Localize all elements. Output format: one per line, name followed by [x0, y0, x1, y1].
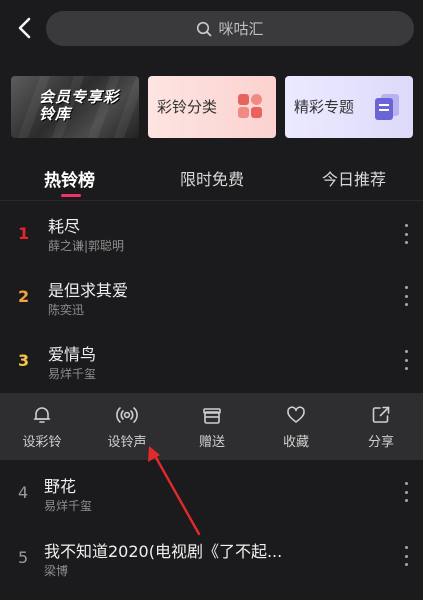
song-row[interactable]: 2 是但求其爱 陈奕迅 — [0, 268, 423, 330]
back-button[interactable] — [12, 14, 36, 42]
bell-icon — [33, 407, 51, 423]
chevron-left-icon — [18, 17, 31, 39]
share-label: 分享 — [367, 435, 394, 450]
song-row[interactable]: 5 我不知道2020(电视剧《了不起... 梁博 — [0, 528, 423, 590]
tab-today-recommend[interactable]: 今日推荐 — [322, 166, 386, 190]
tab-limited-free[interactable]: 限时免费 — [180, 166, 244, 190]
rank-number: 5 — [18, 548, 29, 567]
document-icon — [375, 94, 399, 120]
more-options-icon[interactable] — [399, 546, 413, 566]
song-artist: 易烊千玺 — [44, 499, 93, 513]
set-ringtone-button[interactable]: 设铃声 — [97, 405, 157, 450]
rank-number: 1 — [18, 224, 30, 243]
ringtone-icon — [116, 407, 138, 423]
song-artist: 陈奕迅 — [48, 303, 85, 317]
search-icon — [197, 21, 212, 36]
ringtone-category-card[interactable]: 彩铃分类 — [148, 76, 276, 138]
song-artist: 薛之谦|郭聪明 — [48, 239, 125, 253]
song-artist: 梁博 — [44, 564, 69, 578]
gift-button[interactable]: 赠送 — [182, 405, 242, 450]
song-artist: 易烊千玺 — [48, 367, 97, 381]
song-row[interactable]: 4 野花 易烊千玺 — [0, 464, 423, 526]
more-options-icon[interactable] — [399, 224, 413, 244]
more-options-icon[interactable] — [399, 286, 413, 306]
gift-icon — [203, 408, 221, 424]
grid-icon — [238, 94, 262, 118]
top-bar: 咪咕汇 — [0, 0, 423, 58]
vip-card-label: 会员专享彩铃库 — [39, 88, 120, 123]
song-title: 爱情鸟 — [48, 345, 97, 364]
set-ringtone-label: 设铃声 — [107, 435, 147, 450]
song-title: 是但求其爱 — [48, 281, 129, 300]
ranking-tabs: 热铃榜 限时免费 今日推荐 — [0, 160, 423, 200]
heart-icon — [287, 406, 305, 423]
favorite-label: 收藏 — [282, 435, 309, 450]
topic-card-label: 精彩专题 — [294, 98, 355, 116]
search-input[interactable]: 咪咕汇 — [46, 11, 414, 46]
divider — [0, 200, 423, 201]
song-title: 耗尽 — [48, 217, 81, 236]
vip-ringtone-card[interactable]: 会员专享彩铃库 — [11, 76, 139, 138]
set-color-ring-button[interactable]: 设彩铃 — [12, 405, 72, 450]
search-placeholder: 咪咕汇 — [218, 20, 264, 38]
more-options-icon[interactable] — [399, 482, 413, 502]
category-card-label: 彩铃分类 — [157, 98, 218, 116]
more-options-icon[interactable] — [399, 350, 413, 370]
featured-topics-card[interactable]: 精彩专题 — [285, 76, 413, 138]
tab-hot-ringtones[interactable]: 热铃榜 — [44, 166, 95, 191]
rank-number: 4 — [18, 483, 29, 502]
song-title: 野花 — [44, 477, 77, 496]
share-button[interactable]: 分享 — [351, 405, 411, 450]
set-color-ring-label: 设彩铃 — [22, 435, 62, 450]
rank-number: 2 — [18, 287, 30, 306]
favorite-button[interactable]: 收藏 — [266, 405, 326, 450]
song-action-bar: 设彩铃 设铃声 赠送 收藏 分享 — [0, 393, 423, 460]
active-tab-indicator — [61, 194, 81, 197]
share-icon — [372, 406, 390, 423]
song-row[interactable]: 1 耗尽 薛之谦|郭聪明 — [0, 204, 423, 266]
gift-label: 赠送 — [198, 435, 225, 450]
rank-number: 3 — [18, 351, 30, 370]
category-cards: 会员专享彩铃库 彩铃分类 精彩专题 — [0, 76, 423, 138]
song-row[interactable]: 3 爱情鸟 易烊千玺 — [0, 332, 423, 394]
song-title: 我不知道2020(电视剧《了不起... — [44, 542, 283, 561]
